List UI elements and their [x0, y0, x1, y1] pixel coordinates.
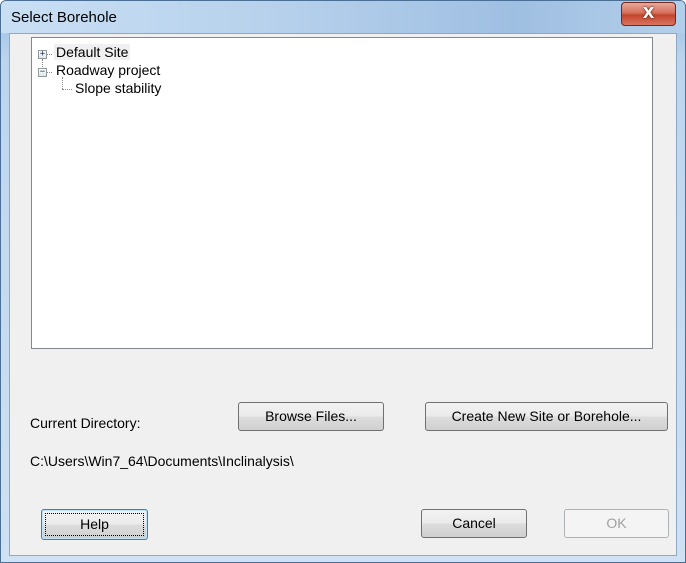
help-button[interactable]: Help	[41, 509, 148, 540]
plus-box-icon[interactable]: +	[38, 50, 47, 59]
window-title: Select Borehole	[11, 9, 117, 26]
minus-box-icon[interactable]: −	[38, 68, 47, 77]
tree-item-slope-stability[interactable]: Slope stability	[75, 80, 161, 96]
site-tree[interactable]: + Default Site − Roadway project Slope s…	[31, 37, 653, 349]
close-button[interactable]: X	[621, 2, 676, 26]
title-bar[interactable]: Select Borehole X	[1, 1, 685, 33]
select-borehole-dialog: Select Borehole X + Default Site − Roadw…	[0, 0, 686, 563]
current-directory-path: C:\Users\Win7_64\Documents\Inclinalysis\	[30, 453, 294, 469]
tree-connector	[42, 59, 43, 67]
tree-connector	[62, 77, 63, 89]
close-icon: X	[642, 4, 655, 22]
tree-item-default-site[interactable]: Default Site	[54, 44, 131, 60]
tree-item-roadway-project[interactable]: Roadway project	[56, 62, 160, 78]
cancel-button[interactable]: Cancel	[421, 509, 527, 538]
current-directory-label: Current Directory:	[30, 415, 141, 431]
create-new-site-button[interactable]: Create New Site or Borehole...	[425, 402, 668, 431]
tree-connector	[62, 89, 72, 90]
browse-files-button[interactable]: Browse Files...	[238, 402, 384, 431]
ok-button[interactable]: OK	[564, 509, 669, 538]
